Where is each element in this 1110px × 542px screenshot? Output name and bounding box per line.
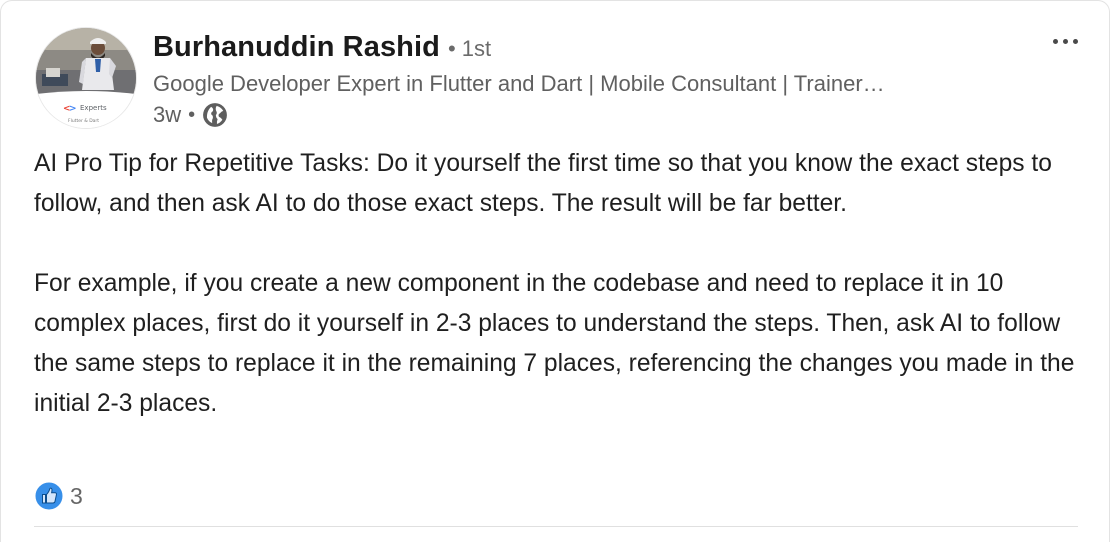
reaction-count[interactable]: 3 (70, 481, 83, 511)
svg-text:>: > (69, 104, 77, 114)
reactions-summary[interactable]: 3 (34, 479, 83, 513)
more-options-button[interactable] (1045, 29, 1085, 53)
post-timestamp[interactable]: 3w (153, 99, 181, 131)
post-card: < > Experts Flutter & Dart Burhanuddin R… (0, 0, 1110, 542)
author-name-row: Burhanuddin Rashid • 1st (153, 27, 1029, 67)
author-name[interactable]: Burhanuddin Rashid (153, 27, 440, 67)
avatar[interactable]: < > Experts Flutter & Dart (35, 27, 137, 129)
svg-text:Flutter & Dart: Flutter & Dart (68, 118, 99, 124)
more-horizontal-icon-dot (1052, 38, 1058, 44)
post-paragraph: For example, if you create a new compone… (34, 270, 1075, 417)
like-icon (34, 481, 64, 511)
connection-degree: • 1st (447, 36, 492, 61)
more-horizontal-icon-dot (1062, 38, 1068, 44)
post-meta: 3w • (153, 99, 1029, 131)
more-horizontal-icon-dot (1072, 38, 1078, 44)
post-body: AI Pro Tip for Repetitive Tasks: Do it y… (34, 144, 1079, 424)
post-paragraph: AI Pro Tip for Repetitive Tasks: Do it y… (34, 150, 1052, 217)
author-info: Burhanuddin Rashid • 1st Google Develope… (153, 27, 1029, 131)
post-header: < > Experts Flutter & Dart Burhanuddin R… (35, 27, 1089, 137)
divider (34, 526, 1078, 527)
author-headline[interactable]: Google Developer Expert in Flutter and D… (153, 69, 993, 99)
globe-icon (202, 102, 228, 128)
meta-separator: • (188, 104, 196, 126)
svg-text:Experts: Experts (80, 104, 107, 112)
avatar-photo: < > Experts Flutter & Dart (36, 28, 136, 128)
